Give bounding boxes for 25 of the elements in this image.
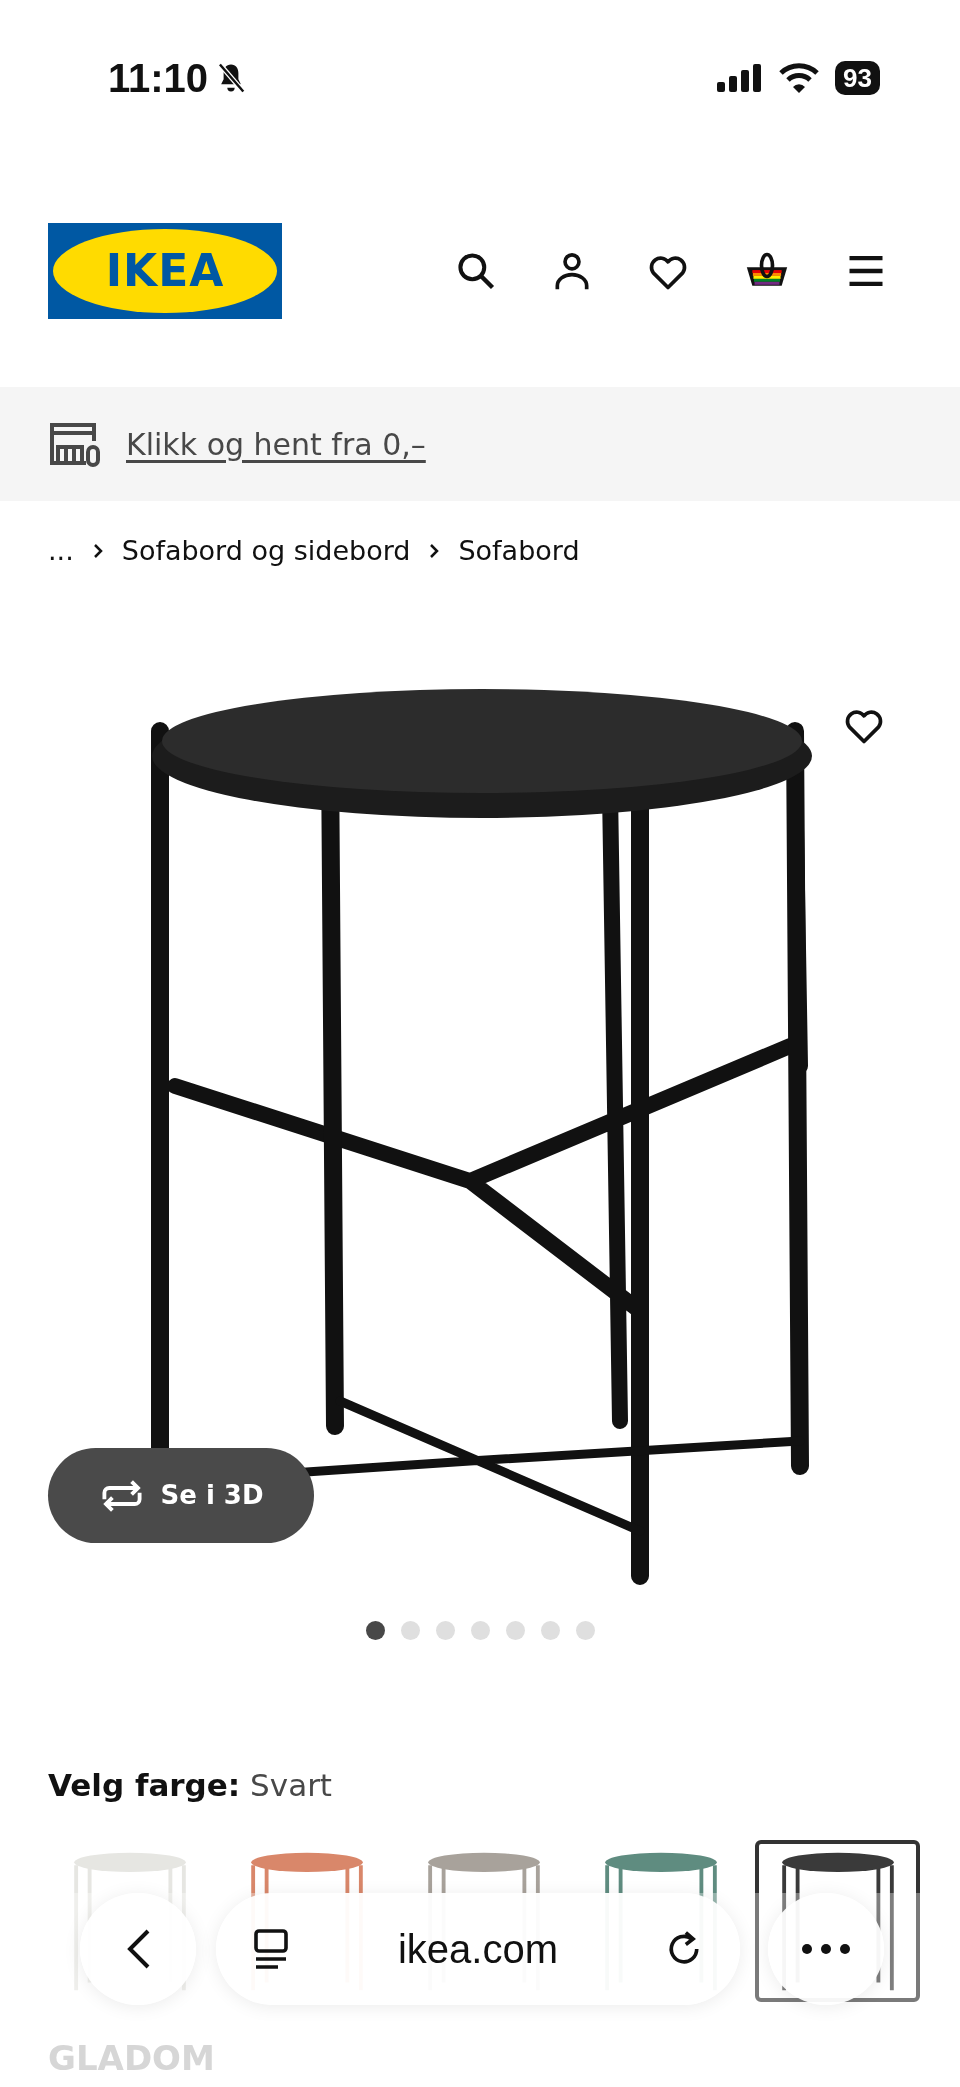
breadcrumb-link[interactable]: Sofabord og sidebord <box>121 530 411 572</box>
pagination-dot[interactable] <box>435 1620 455 1640</box>
pagination-dot[interactable] <box>400 1620 420 1640</box>
address-bar[interactable]: ikea.com <box>216 1893 740 2005</box>
logo[interactable]: IKEA <box>48 223 282 319</box>
pagination-dot[interactable] <box>540 1620 560 1640</box>
url-text: ikea.com <box>397 1926 559 1973</box>
signal-icon <box>717 63 764 92</box>
pagination-dot[interactable] <box>365 1620 385 1640</box>
breadcrumb-link[interactable]: Sofabord <box>458 530 580 572</box>
pagination-dot[interactable] <box>470 1620 490 1640</box>
breadcrumb-link[interactable]: ... <box>48 530 74 572</box>
pagination-dot[interactable] <box>505 1620 525 1640</box>
color-label: Velg farge: Svart <box>48 1766 334 1805</box>
battery-indicator: 93 <box>835 60 880 95</box>
view-3d-button[interactable]: Se i 3D <box>48 1448 314 1543</box>
status-time: 11:10 <box>108 54 209 102</box>
promo-link[interactable]: Klikk og hent fra 0,– <box>126 421 426 467</box>
chevron-icon <box>428 542 441 560</box>
more-icon <box>801 1943 851 1955</box>
chevron-icon <box>91 542 104 560</box>
bell-muted-icon <box>216 61 247 94</box>
pagination-dot[interactable] <box>575 1620 595 1640</box>
wifi-icon <box>779 62 820 93</box>
store-icon <box>48 421 102 467</box>
